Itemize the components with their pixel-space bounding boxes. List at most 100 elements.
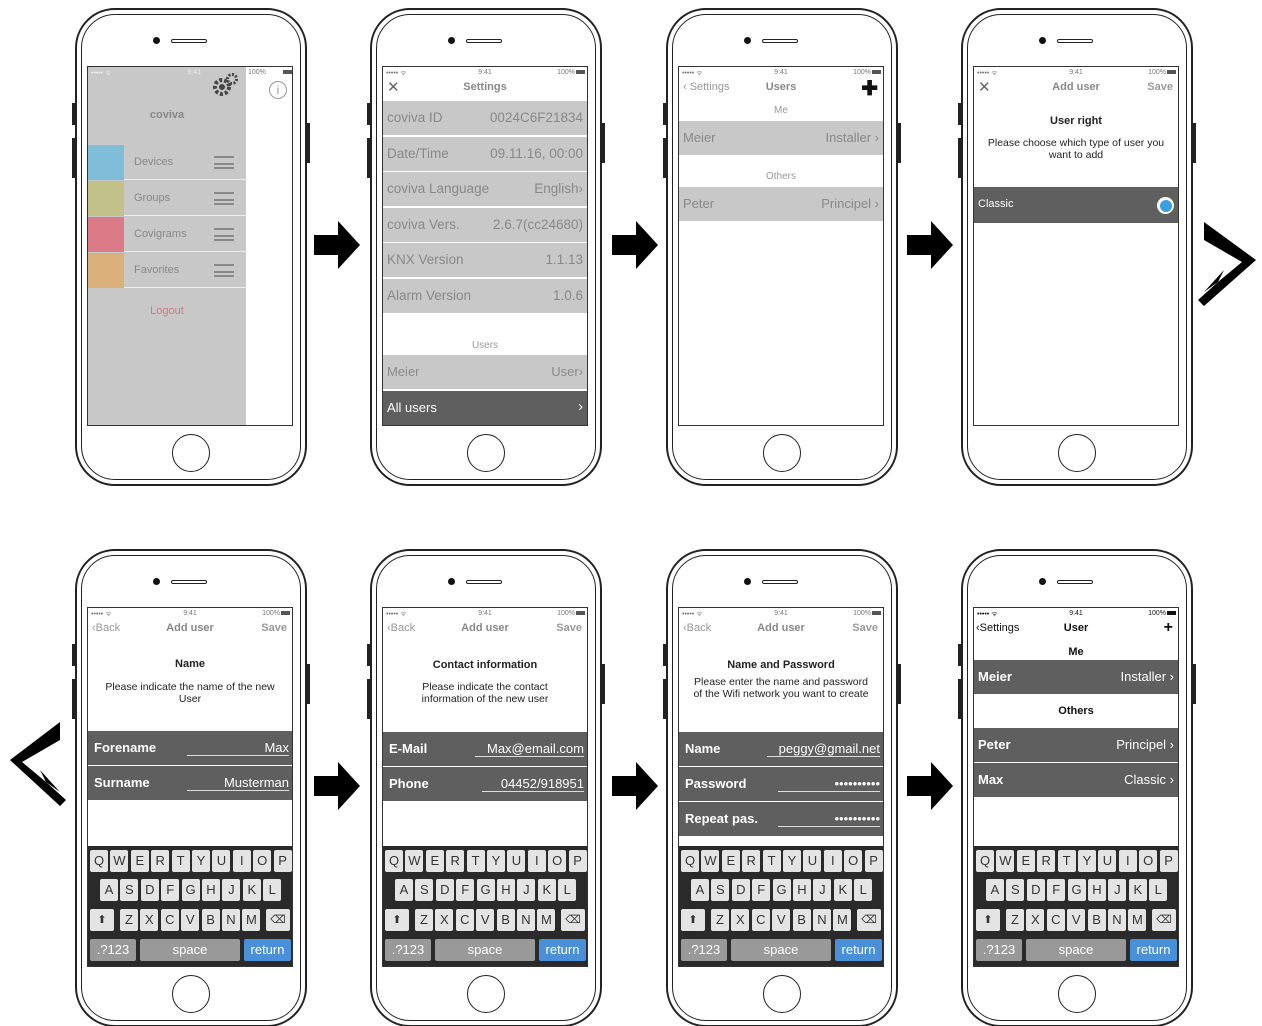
delete-key[interactable]: ⌫ [857, 909, 881, 931]
user-row[interactable]: Peter Principel › [679, 187, 883, 221]
user-row[interactable]: Meier Installer › [679, 121, 883, 155]
key-e[interactable]: E [1016, 850, 1035, 872]
field-input[interactable]: Musterman [187, 775, 289, 791]
option-row[interactable]: Classic [974, 187, 1178, 223]
info-icon[interactable]: i [269, 81, 287, 99]
key-u[interactable]: U [803, 850, 822, 872]
key-q[interactable]: Q [90, 850, 108, 872]
key-i[interactable]: I [1118, 850, 1137, 872]
field-input[interactable]: peggy@gmail.net [766, 741, 880, 757]
form-field-row[interactable]: Password •••••••••• [679, 767, 883, 801]
key-r[interactable]: R [742, 850, 761, 872]
key-n[interactable]: N [517, 909, 535, 931]
key-b[interactable]: B [1087, 909, 1106, 931]
key-w[interactable]: W [405, 850, 424, 872]
hamburger-icon[interactable] [214, 192, 234, 205]
save-button[interactable]: Save [261, 622, 287, 634]
key-j[interactable]: J [813, 879, 832, 901]
key-a[interactable]: A [100, 879, 118, 901]
key-s[interactable]: S [415, 879, 434, 901]
radio-selected-icon[interactable] [1157, 197, 1174, 214]
key-y[interactable]: Y [487, 850, 505, 872]
field-input[interactable]: Max [187, 740, 289, 756]
key-v[interactable]: V [1067, 909, 1086, 931]
field-input[interactable]: •••••••••• [778, 811, 880, 827]
key-z[interactable]: Z [711, 909, 729, 931]
key-y[interactable]: Y [192, 850, 210, 872]
key-v[interactable]: V [181, 909, 200, 931]
key-x[interactable]: X [435, 909, 454, 931]
return-key[interactable]: return [539, 939, 586, 961]
key-r[interactable]: R [446, 850, 465, 872]
key-e[interactable]: E [130, 850, 149, 872]
home-button[interactable] [763, 434, 801, 472]
key-y[interactable]: Y [1078, 850, 1096, 872]
key-c[interactable]: C [160, 909, 179, 931]
return-key[interactable]: return [835, 939, 882, 961]
key-m[interactable]: M [242, 909, 261, 931]
field-input[interactable]: 04452/918951 [482, 776, 584, 792]
home-button[interactable] [467, 434, 505, 472]
key-s[interactable]: S [1006, 879, 1025, 901]
shift-key[interactable]: ⬆ [976, 909, 1000, 931]
key-r[interactable]: R [151, 850, 170, 872]
numbers-key[interactable]: .?123 [385, 939, 431, 961]
settings-row[interactable]: coviva Language English› [383, 172, 587, 206]
key-k[interactable]: K [1128, 879, 1147, 901]
form-field-row[interactable]: Phone 04452/918951 [383, 767, 587, 801]
key-s[interactable]: S [711, 879, 730, 901]
key-q[interactable]: Q [681, 850, 699, 872]
key-w[interactable]: W [701, 850, 720, 872]
key-g[interactable]: G [1067, 879, 1086, 901]
hamburger-icon[interactable] [214, 156, 234, 169]
key-z[interactable]: Z [120, 909, 138, 931]
key-v[interactable]: V [476, 909, 495, 931]
home-button[interactable] [1058, 434, 1096, 472]
key-p[interactable]: P [568, 850, 587, 872]
menu-item-devices[interactable]: Devices [88, 145, 246, 180]
key-u[interactable]: U [507, 850, 526, 872]
key-o[interactable]: O [1139, 850, 1158, 872]
shift-key[interactable]: ⬆ [90, 909, 114, 931]
key-j[interactable]: J [1108, 879, 1127, 901]
key-m[interactable]: M [1128, 909, 1147, 931]
key-i[interactable]: I [823, 850, 842, 872]
key-f[interactable]: F [1047, 879, 1066, 901]
hamburger-icon[interactable] [214, 228, 234, 241]
key-x[interactable]: X [140, 909, 159, 931]
form-field-row[interactable]: Forename Max [88, 731, 292, 765]
key-h[interactable]: H [497, 879, 515, 901]
key-t[interactable]: T [762, 850, 781, 872]
key-n[interactable]: N [1108, 909, 1126, 931]
menu-item-favorites[interactable]: Favorites [88, 253, 246, 288]
shift-key[interactable]: ⬆ [385, 909, 409, 931]
home-button[interactable] [467, 975, 505, 1013]
field-input[interactable]: •••••••••• [778, 776, 880, 792]
space-key[interactable]: space [1026, 939, 1126, 961]
key-v[interactable]: V [772, 909, 791, 931]
key-r[interactable]: R [1037, 850, 1056, 872]
key-f[interactable]: F [752, 879, 771, 901]
save-button[interactable]: Save [1147, 81, 1173, 93]
key-h[interactable]: H [202, 879, 220, 901]
delete-key[interactable]: ⌫ [561, 909, 585, 931]
key-o[interactable]: O [844, 850, 863, 872]
settings-row[interactable]: Alarm Version 1.0.6 [383, 278, 587, 313]
key-k[interactable]: K [833, 879, 852, 901]
key-l[interactable]: L [263, 879, 282, 901]
numbers-key[interactable]: .?123 [681, 939, 727, 961]
menu-item-covigrams[interactable]: Covigrams [88, 217, 246, 252]
settings-row[interactable]: Date/Time 09.11.16, 00:00 [383, 136, 587, 171]
shift-key[interactable]: ⬆ [681, 909, 705, 931]
key-u[interactable]: U [1098, 850, 1117, 872]
key-a[interactable]: A [986, 879, 1004, 901]
key-g[interactable]: G [181, 879, 200, 901]
save-button[interactable]: Save [852, 622, 878, 634]
key-d[interactable]: D [731, 879, 750, 901]
key-h[interactable]: H [1088, 879, 1106, 901]
key-b[interactable]: B [792, 909, 811, 931]
key-x[interactable]: X [1026, 909, 1045, 931]
key-y[interactable]: Y [783, 850, 801, 872]
key-d[interactable]: D [1026, 879, 1045, 901]
return-key[interactable]: return [244, 939, 291, 961]
